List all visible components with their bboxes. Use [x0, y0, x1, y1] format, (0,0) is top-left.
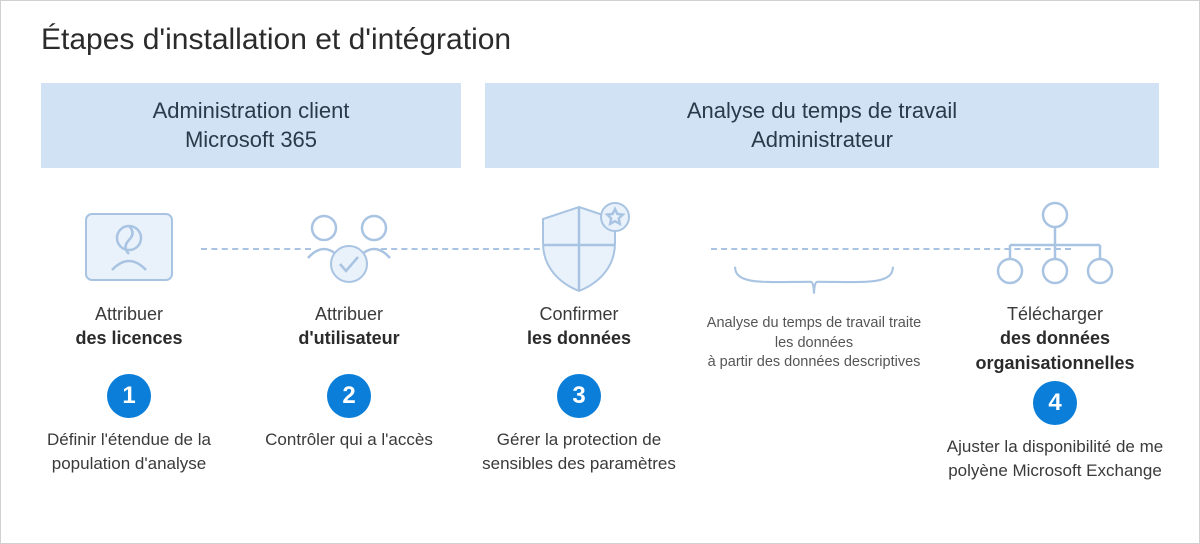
- step4-badge: 4: [1033, 381, 1077, 425]
- step-2: Attribuer d'utilisateur 2 Contrôler qui …: [239, 192, 459, 452]
- role-bands: Administration client Microsoft 365 Anal…: [11, 83, 1189, 168]
- step3-desc: Gérer la protection de sensibles des par…: [463, 428, 695, 476]
- band-admin-client: Administration client Microsoft 365: [41, 83, 461, 168]
- brace-icon: [719, 260, 909, 302]
- diagram-frame: Étapes d'installation et d'intégration A…: [0, 0, 1200, 544]
- users-check-icon: [243, 192, 455, 302]
- steps-row: Attribuer des licences 1 Définir l'étend…: [11, 192, 1189, 482]
- step2-title-l2: d'utilisateur: [298, 326, 399, 350]
- step-3: Confirmer les données 3 Gérer la protect…: [459, 192, 699, 476]
- step3-title-l2: les données: [527, 326, 631, 350]
- org-chart-icon: [933, 192, 1177, 302]
- step2-desc: Contrôler qui a l'accès: [243, 428, 455, 452]
- band-right-line2: Administrateur: [493, 126, 1151, 155]
- step4-title-l1: Télécharger: [1007, 302, 1103, 326]
- shield-star-icon: [463, 192, 695, 302]
- step3-title-l1: Confirmer: [539, 302, 618, 326]
- band-left-line1: Administration client: [49, 97, 453, 126]
- step4-title-l2: des données organisationnelles: [933, 326, 1177, 375]
- step1-badge: 1: [107, 374, 151, 418]
- note-line1: Analyse du temps de travail traite les d…: [703, 314, 925, 353]
- processing-note: Analyse du temps de travail traite les d…: [699, 192, 929, 373]
- step2-title-l1: Attribuer: [315, 302, 383, 326]
- step1-title-l1: Attribuer: [95, 302, 163, 326]
- step4-desc: Ajuster la disponibilité de me polyène M…: [933, 435, 1177, 483]
- note-line2: à partir des données descriptives: [703, 353, 925, 373]
- step3-badge: 3: [557, 374, 601, 418]
- band-left-line2: Microsoft 365: [49, 126, 453, 155]
- band-right-line1: Analyse du temps de travail: [493, 97, 1151, 126]
- license-user-icon: [23, 192, 235, 302]
- step1-title-l2: des licences: [75, 326, 182, 350]
- step-4: Télécharger des données organisationnell…: [929, 192, 1181, 482]
- step1-desc: Définir l'étendue de la population d'ana…: [23, 428, 235, 476]
- page-title: Étapes d'installation et d'intégration: [41, 23, 1189, 57]
- step2-badge: 2: [327, 374, 371, 418]
- band-workplace-analytics: Analyse du temps de travail Administrate…: [485, 83, 1159, 168]
- step-1: Attribuer des licences 1 Définir l'étend…: [19, 192, 239, 476]
